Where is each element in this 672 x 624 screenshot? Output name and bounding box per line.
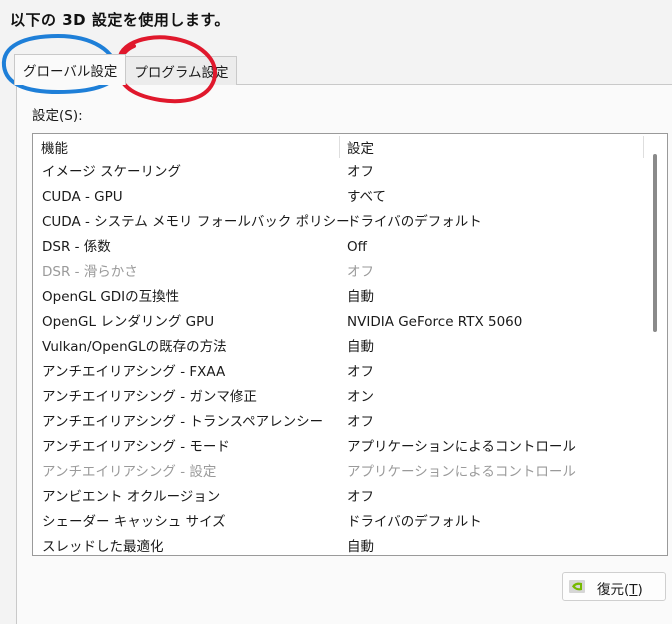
setting-value[interactable]: NVIDIA GeForce RTX 5060: [347, 310, 522, 335]
setting-value[interactable]: オフ: [347, 410, 374, 435]
settings-list[interactable]: 機能 設定 イメージ スケーリング オフ CUDA - GPU すべて CUDA - シ…: [32, 133, 668, 556]
tab-global-settings[interactable]: グローバル設定: [14, 54, 127, 85]
restore-button[interactable]: 復元(T): [562, 572, 666, 601]
feature-name: シェーダー キャッシュ サイズ: [42, 514, 226, 530]
settings-row[interactable]: アンチエイリアシング - FXAA オフ: [33, 360, 645, 385]
settings-row[interactable]: Vulkan/OpenGLの既存の方法 自動: [33, 335, 645, 360]
setting-value[interactable]: 自動: [347, 335, 374, 360]
settings-row[interactable]: DSR - 滑らかさ オフ: [33, 260, 645, 285]
settings-row[interactable]: CUDA - システム メモリ フォールバック ポリシー ドライバのデフォルト: [33, 210, 645, 235]
feature-name: OpenGL レンダリング GPU: [42, 314, 215, 330]
settings-row[interactable]: OpenGL レンダリング GPU NVIDIA GeForce RTX 5060: [33, 310, 645, 335]
feature-name: アンチエイリアシング - トランスペアレンシー: [42, 414, 324, 430]
feature-name: アンチエイリアシング - モード: [42, 439, 230, 455]
settings-row[interactable]: OpenGL GDIの互換性 自動: [33, 285, 645, 310]
feature-name: アンチエイリアシング - 設定: [42, 464, 217, 480]
setting-value[interactable]: ドライバのデフォルト: [347, 210, 482, 235]
setting-value[interactable]: Off: [347, 235, 367, 260]
setting-value[interactable]: オフ: [347, 160, 374, 185]
feature-name: アンチエイリアシング - ガンマ修正: [42, 389, 257, 405]
setting-value[interactable]: アプリケーションによるコントロール: [347, 435, 576, 460]
column-header-feature[interactable]: 機能: [41, 137, 68, 157]
feature-name: CUDA - GPU: [42, 189, 123, 205]
tab-bar: グローバル設定 プログラム設定: [14, 54, 238, 85]
settings-row[interactable]: アンチエイリアシング - ガンマ修正 オン: [33, 385, 645, 410]
setting-value[interactable]: アプリケーションによるコントロール: [347, 460, 576, 485]
feature-name: DSR - 係数: [42, 239, 111, 255]
feature-name: Vulkan/OpenGLの既存の方法: [42, 339, 227, 355]
feature-name: OpenGL GDIの互換性: [42, 289, 180, 305]
feature-name: アンチエイリアシング - FXAA: [42, 364, 226, 380]
column-divider[interactable]: [643, 136, 644, 158]
setting-value[interactable]: オフ: [347, 485, 374, 510]
setting-value[interactable]: オン: [347, 385, 374, 410]
feature-name: CUDA - システム メモリ フォールバック ポリシー: [42, 214, 350, 230]
tab-program-settings[interactable]: プログラム設定: [125, 56, 238, 85]
settings-row[interactable]: CUDA - GPU すべて: [33, 185, 645, 210]
nvidia-logo-icon: [569, 580, 585, 593]
setting-value[interactable]: 自動: [347, 285, 374, 310]
settings-row[interactable]: シェーダー キャッシュ サイズ ドライバのデフォルト: [33, 510, 645, 535]
settings-label: 設定(S):: [32, 108, 83, 124]
settings-row[interactable]: アンチエイリアシング - モード アプリケーションによるコントロール: [33, 435, 645, 460]
settings-row[interactable]: アンチエイリアシング - 設定 アプリケーションによるコントロール: [33, 460, 645, 485]
settings-row[interactable]: スレッドした最適化 自動: [33, 535, 645, 555]
settings-row[interactable]: DSR - 係数 Off: [33, 235, 645, 260]
setting-value[interactable]: オフ: [347, 360, 374, 385]
column-header-setting[interactable]: 設定: [347, 137, 374, 157]
column-divider[interactable]: [339, 136, 340, 158]
settings-rows: イメージ スケーリング オフ CUDA - GPU すべて CUDA - システム メモ…: [33, 160, 645, 555]
list-header: 機能 設定: [33, 134, 645, 160]
settings-row[interactable]: イメージ スケーリング オフ: [33, 160, 645, 185]
feature-name: イメージ スケーリング: [42, 164, 182, 180]
setting-value[interactable]: ドライバのデフォルト: [347, 510, 482, 535]
settings-row[interactable]: アンビエント オクルージョン オフ: [33, 485, 645, 510]
page-title: 以下の 3D 設定を使用します。: [10, 11, 230, 29]
feature-name: スレッドした最適化: [42, 539, 164, 555]
setting-value[interactable]: 自動: [347, 535, 374, 555]
vertical-scrollbar[interactable]: [653, 154, 657, 332]
settings-row[interactable]: アンチエイリアシング - トランスペアレンシー オフ: [33, 410, 645, 435]
restore-button-label: 復元(T): [597, 582, 643, 598]
feature-name: DSR - 滑らかさ: [42, 264, 138, 280]
feature-name: アンビエント オクルージョン: [42, 489, 221, 505]
setting-value[interactable]: オフ: [347, 260, 374, 285]
setting-value[interactable]: すべて: [347, 185, 386, 210]
